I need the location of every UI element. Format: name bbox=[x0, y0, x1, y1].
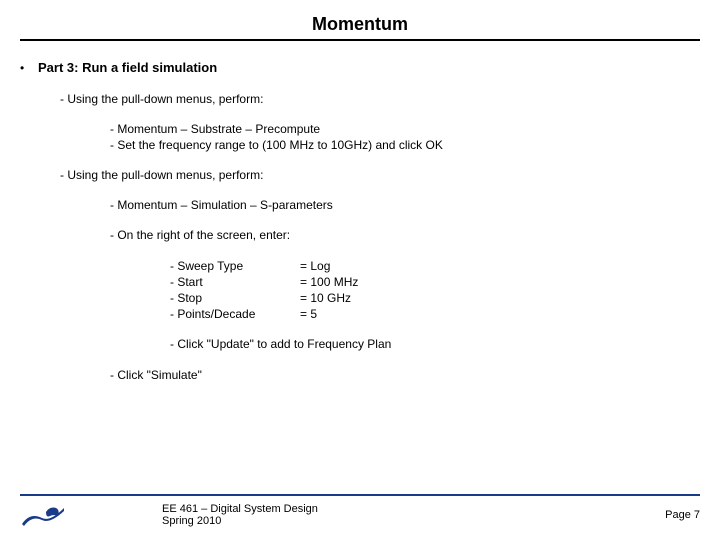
logo-icon bbox=[20, 502, 66, 528]
param-label: - Stop bbox=[170, 290, 300, 306]
param-value: = 100 MHz bbox=[300, 274, 358, 290]
instruction-line: - Click "Update" to add to Frequency Pla… bbox=[20, 336, 700, 352]
section-heading: Part 3: Run a field simulation bbox=[38, 59, 217, 77]
bullet-icon: • bbox=[20, 60, 38, 76]
param-label: - Start bbox=[170, 274, 300, 290]
footer-rule bbox=[20, 494, 700, 496]
content-body: • Part 3: Run a field simulation - Using… bbox=[20, 59, 700, 383]
course-term: Spring 2010 bbox=[162, 515, 665, 527]
instruction-line: - Using the pull-down menus, perform: bbox=[20, 91, 700, 107]
instruction-line: - Using the pull-down menus, perform: bbox=[20, 167, 700, 183]
parameter-table: - Sweep Type - Start - Stop - Points/Dec… bbox=[20, 258, 700, 323]
param-label: - Sweep Type bbox=[170, 258, 300, 274]
course-title: EE 461 – Digital System Design bbox=[162, 503, 665, 515]
page-number: Page 7 bbox=[665, 509, 700, 521]
title-underline bbox=[20, 39, 700, 41]
instruction-line: - Momentum – Simulation – S-parameters bbox=[20, 197, 700, 213]
slide-title: Momentum bbox=[20, 14, 700, 35]
param-value: = Log bbox=[300, 258, 358, 274]
instruction-line: - Set the frequency range to (100 MHz to… bbox=[20, 137, 700, 153]
slide-footer: EE 461 – Digital System Design Spring 20… bbox=[0, 494, 720, 528]
instruction-line: - Momentum – Substrate – Precompute bbox=[20, 121, 700, 137]
param-value: = 5 bbox=[300, 306, 358, 322]
instruction-line: - Click "Simulate" bbox=[20, 367, 700, 383]
instruction-line: - On the right of the screen, enter: bbox=[20, 227, 700, 243]
param-value: = 10 GHz bbox=[300, 290, 358, 306]
param-label: - Points/Decade bbox=[170, 306, 300, 322]
